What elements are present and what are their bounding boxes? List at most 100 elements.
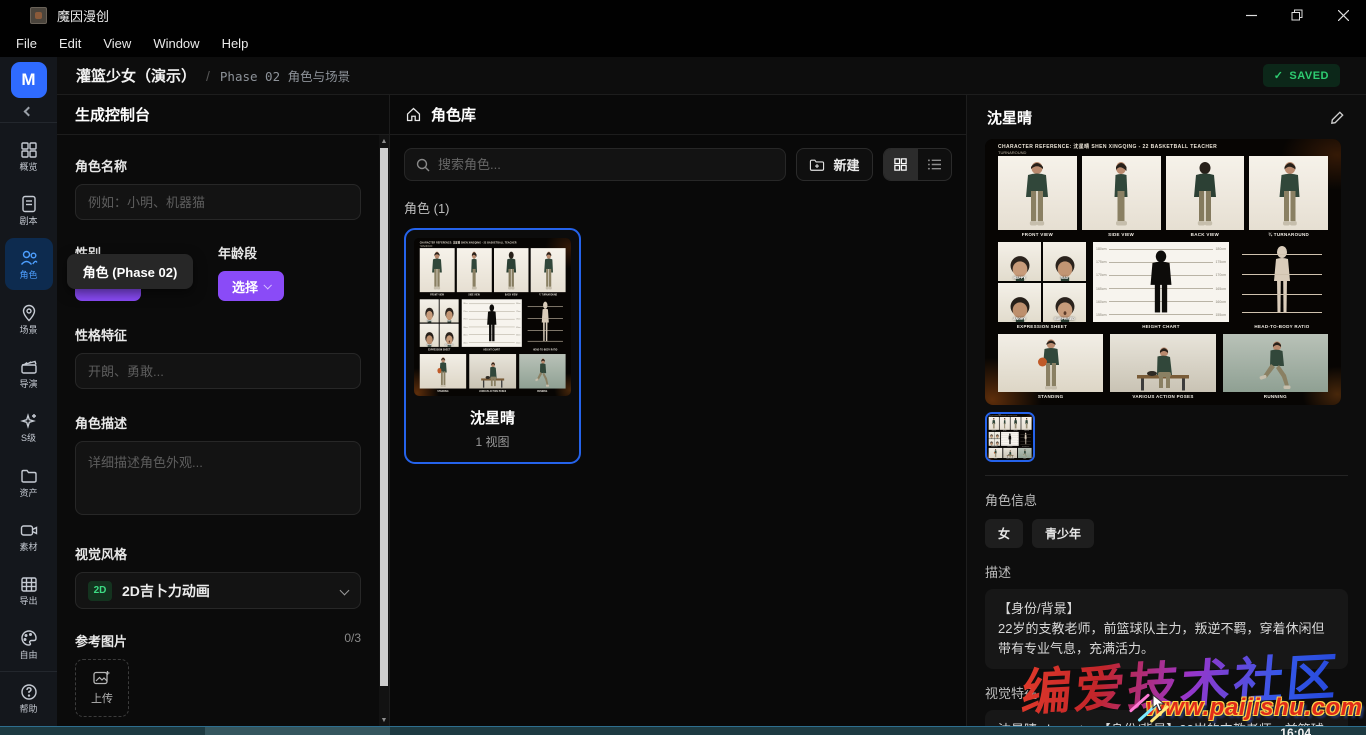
sheet-body-ratio: HEAD-TO-BODY RATIO — [1236, 242, 1328, 329]
pencil-icon — [1329, 109, 1346, 126]
new-character-button[interactable]: 新建 — [796, 148, 873, 181]
sheet-expression-block: HAPPY SAD ANGRY SURPRISED EXPRESSION SHE… — [998, 242, 1086, 329]
taskbar[interactable]: 16:04 — [0, 727, 1366, 735]
sidebar-item-material[interactable]: 素材 — [5, 510, 53, 562]
left-sidebar: M 概览 剧本 角色 场景 导演 S级 资产 素材 导出 自由 — [0, 57, 57, 726]
running-figure — [1253, 340, 1297, 392]
sheet-running-pose: RUNNING — [1018, 448, 1032, 459]
sheet-thumbnail-selected[interactable]: CHARACTER REFERENCE: 沈星晴 SHEN XINGQING -… — [985, 412, 1035, 462]
traits-input[interactable] — [75, 353, 361, 389]
sheet-side-view: SIDE VIEW — [457, 248, 492, 296]
visual-label: 视觉特征 — [985, 683, 1348, 702]
age-badge: 青少年 — [1032, 519, 1094, 548]
detail-header: 沈星晴 — [967, 95, 1366, 139]
breadcrumb-separator: / — [206, 68, 210, 84]
height-silhouette — [1007, 433, 1012, 445]
taskbar-app-segment[interactable] — [205, 727, 390, 735]
reference-sheet-image[interactable]: CHARACTER REFERENCE: 沈星晴 SHEN XINGQING -… — [985, 139, 1341, 405]
gender-badge: 女 — [985, 519, 1023, 548]
sidebar-item-overview[interactable]: 概览 — [5, 129, 53, 181]
restore-button[interactable] — [1274, 0, 1320, 30]
running-figure — [533, 358, 552, 389]
sheet-standing-pose: STANDING — [420, 354, 467, 393]
sheet-height-chart: 180cm180cm 175cm175cm 170cm170cm 165cm16… — [462, 299, 522, 351]
sheet-header: CHARACTER REFERENCE: 沈星晴 SHEN XINGQING -… — [420, 240, 517, 244]
description-label: 描述 — [985, 562, 1348, 581]
front-view-figure — [991, 418, 996, 430]
character-sheet: CHARACTER REFERENCE: 沈星晴 SHEN XINGQING -… — [987, 414, 1033, 460]
sidebar-item-s-grade[interactable]: S级 — [5, 401, 53, 453]
menu-window[interactable]: Window — [142, 36, 210, 51]
view-toggle — [883, 148, 952, 181]
age-label: 年龄段 — [218, 243, 361, 262]
library-header: 角色库 — [390, 95, 966, 135]
sheet-running-pose: RUNNING — [519, 354, 566, 393]
menu-help[interactable]: Help — [211, 36, 260, 51]
close-button[interactable] — [1320, 0, 1366, 30]
edit-button[interactable] — [1329, 109, 1346, 126]
sidebar-item-free[interactable]: 自由 — [5, 618, 53, 670]
video-camera-icon — [19, 520, 39, 540]
sidebar-item-assets[interactable]: 资产 — [5, 455, 53, 507]
character-sheet: CHARACTER REFERENCE: 沈星晴 SHEN XINGQING -… — [414, 238, 571, 396]
dashboard-icon — [19, 140, 39, 160]
phase-tooltip: 角色 (Phase 02) — [67, 254, 193, 289]
help-icon — [19, 682, 39, 702]
sheet-back-view: BACK VIEW — [1010, 417, 1020, 431]
side-view-figure — [465, 250, 483, 292]
character-name-input[interactable] — [75, 184, 361, 220]
sheet-standing-pose: STANDING — [989, 448, 1003, 459]
description-textarea[interactable] — [75, 441, 361, 515]
sidebar-item-help[interactable]: 帮助 — [5, 672, 53, 724]
sheet-body-ratio: HEAD-TO-BODY RATIO — [1020, 432, 1032, 447]
character-card-name: 沈星晴 — [414, 407, 571, 428]
sheet-subheader: TURNAROUND — [998, 150, 1026, 155]
character-card[interactable]: CHARACTER REFERENCE: 沈星晴 SHEN XINGQING -… — [404, 228, 581, 464]
sheet-side-view: SIDE VIEW — [1000, 417, 1010, 431]
style-2d-badge: 2D — [88, 581, 112, 601]
chevron-down-icon — [340, 586, 350, 596]
saved-badge: ✓ SAVED — [1263, 64, 1340, 87]
console-title: 生成控制台 — [57, 95, 389, 135]
sidebar-item-scene[interactable]: 场景 — [5, 292, 53, 344]
age-select-button[interactable]: 选择 — [218, 271, 284, 301]
sheet-header: CHARACTER REFERENCE: 沈星晴 SHEN XINGQING -… — [998, 143, 1217, 150]
folder-icon — [19, 466, 39, 486]
traits-label: 性格特征 — [75, 325, 361, 344]
breadcrumb-project[interactable]: 灌篮少女（演示） — [76, 65, 196, 86]
character-card-thumbnail[interactable]: CHARACTER REFERENCE: 沈星晴 SHEN XINGQING -… — [414, 238, 571, 396]
search-box[interactable] — [404, 148, 786, 181]
scrollbar-thumb[interactable] — [380, 148, 388, 686]
sheet-action-pose: VARIOUS ACTION POSES — [1003, 448, 1017, 459]
sidebar-item-script[interactable]: 剧本 — [5, 184, 53, 236]
sidebar-item-character[interactable]: 角色 — [5, 238, 53, 290]
height-silhouette — [1142, 248, 1180, 318]
sheet-turnaround-view: ¾ TURNAROUND — [1021, 417, 1031, 431]
document-icon — [19, 194, 39, 214]
sidebar-item-director[interactable]: 导演 — [5, 347, 53, 399]
sheet-header: CHARACTER REFERENCE: 沈星晴 SHEN XINGQING -… — [989, 415, 1017, 416]
menu-file[interactable]: File — [5, 36, 48, 51]
console-scrollbar[interactable]: ▲ ▼ — [379, 135, 389, 726]
breadcrumb-phase[interactable]: Phase 02 角色与场景 — [220, 66, 350, 85]
upload-dropzone[interactable]: 上传 — [75, 659, 129, 717]
grid-view-button[interactable] — [884, 149, 918, 180]
minimize-button[interactable] — [1228, 0, 1274, 30]
style-select[interactable]: 2D 2D吉卜力动画 — [75, 572, 361, 609]
list-view-button[interactable] — [918, 149, 952, 180]
sheet-side-view: SIDE VIEW — [1082, 156, 1161, 237]
sidebar-collapse-button[interactable] — [25, 105, 32, 119]
sheet-front-view: FRONT VIEW — [998, 156, 1077, 237]
search-input[interactable] — [438, 157, 774, 172]
console-body: 角色名称 性别 年龄段 选择 角色 (Phase 02) 性格特征 角色描述 视… — [57, 135, 389, 726]
menu-view[interactable]: View — [92, 36, 142, 51]
turnaround-figure — [539, 250, 557, 292]
menu-edit[interactable]: Edit — [48, 36, 92, 51]
scroll-down-arrow-icon[interactable]: ▼ — [379, 714, 389, 726]
sidebar-item-export[interactable]: 导出 — [5, 564, 53, 616]
library-title: 角色库 — [431, 104, 476, 125]
back-view-figure — [1013, 418, 1018, 430]
character-card-views: 1 视图 — [414, 433, 571, 450]
app-logo[interactable]: M — [11, 62, 47, 98]
scroll-up-arrow-icon[interactable]: ▲ — [379, 135, 389, 147]
